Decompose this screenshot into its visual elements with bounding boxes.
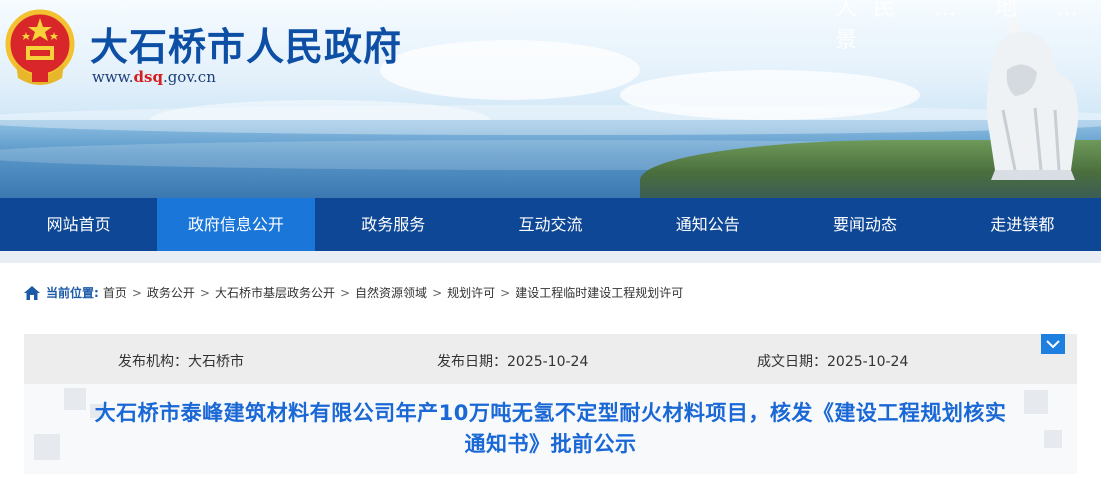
- article-title-box: 大石桥市泰峰建筑材料有限公司年产10万吨无氢不定型耐火材料项目，核发《建设工程规…: [24, 384, 1077, 474]
- banner-slogan: 人民 … 地 … 景: [835, 0, 1094, 53]
- site-url[interactable]: www.dsq.gov.cn: [92, 68, 216, 86]
- breadcrumb-link-planning-permit[interactable]: 规划许可: [447, 284, 495, 301]
- breadcrumb-link-grassroots[interactable]: 大石桥市基层政务公开: [215, 284, 335, 301]
- breadcrumb-link-construction-permit[interactable]: 建设工程临时建设工程规划许可: [515, 284, 683, 301]
- nav-item-notices[interactable]: 通知公告: [629, 198, 786, 251]
- nav-item-about-city[interactable]: 走进镁都: [944, 198, 1101, 251]
- breadcrumb-separator: >: [339, 285, 351, 300]
- breadcrumb: 当前位置: 首页 > 政务公开 > 大石桥市基层政务公开 > 自然资源领域 > …: [24, 284, 683, 301]
- meta-publish-date: 发布日期：2025-10-24: [437, 354, 589, 370]
- breadcrumb-separator: >: [199, 285, 210, 300]
- breadcrumb-separator: >: [131, 285, 142, 300]
- site-title: 大石桥市人民政府: [90, 24, 403, 69]
- meta-expand-button[interactable]: [1041, 334, 1065, 354]
- nav-item-interaction[interactable]: 互动交流: [472, 198, 629, 251]
- banner-cloud: [380, 40, 640, 100]
- breadcrumb-link-natural-resources[interactable]: 自然资源领域: [355, 284, 427, 301]
- breadcrumb-separator: >: [432, 285, 443, 300]
- article-title-line-1: 大石桥市泰峰建筑材料有限公司年产10万吨无氢不定型耐火材料项目，核发《建设工程规…: [94, 401, 1007, 425]
- breadcrumb-link-home[interactable]: 首页: [103, 284, 127, 301]
- breadcrumb-separator: >: [500, 285, 511, 300]
- nav-divider: [0, 251, 1101, 263]
- breadcrumb-label: 当前位置:: [46, 286, 99, 300]
- banner-wave: [0, 105, 1101, 135]
- chevron-down-icon: [1046, 340, 1060, 349]
- article-meta: 发布机构：大石桥市 发布日期：2025-10-24 成文日期：2025-10-2…: [24, 334, 1077, 384]
- nav-item-gov-services[interactable]: 政务服务: [315, 198, 472, 251]
- nav-item-news[interactable]: 要闻动态: [786, 198, 943, 251]
- site-url-prefix: www.: [92, 68, 134, 86]
- header-banner: 人民 … 地 … 景 大石桥市人民政府 www.dsq.gov.cn: [0, 0, 1101, 198]
- nav-item-gov-info-disclosure[interactable]: 政府信息公开: [157, 198, 315, 251]
- meta-publisher: 发布机构：大石桥市: [118, 354, 244, 370]
- article-title: 大石桥市泰峰建筑材料有限公司年产10万吨无氢不定型耐火材料项目，核发《建设工程规…: [24, 398, 1077, 460]
- article-title-line-2: 通知书》批前公示: [464, 432, 637, 456]
- site-url-highlight: dsq: [133, 68, 163, 86]
- home-icon: [24, 285, 40, 300]
- nav-item-home[interactable]: 网站首页: [0, 198, 157, 251]
- breadcrumb-link-gov-affairs[interactable]: 政务公开: [147, 284, 195, 301]
- meta-created-date: 成文日期：2025-10-24: [757, 354, 909, 370]
- national-emblem-icon: [5, 9, 75, 85]
- site-url-suffix: .gov.cn: [162, 68, 216, 86]
- main-nav: 网站首页 政府信息公开 政务服务 互动交流 通知公告 要闻动态 走进镁都: [0, 198, 1101, 251]
